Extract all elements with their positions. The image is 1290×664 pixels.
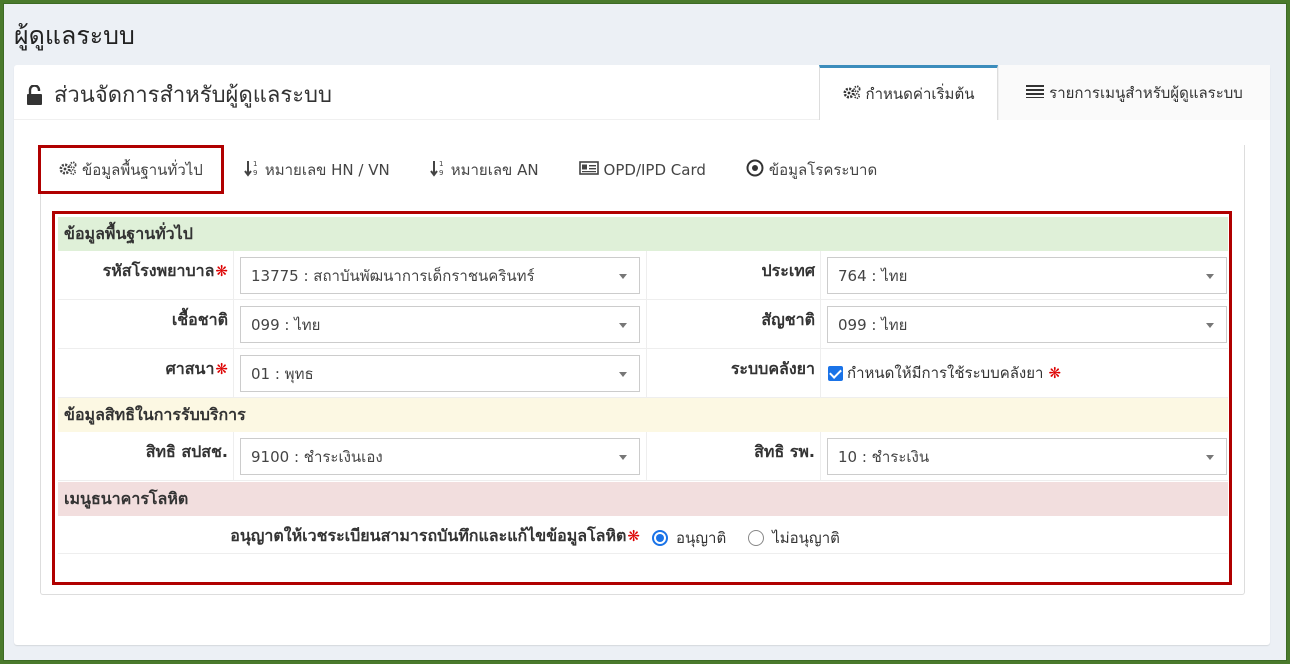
target-icon <box>746 159 764 181</box>
race-label: เชื้อชาติ <box>171 310 228 329</box>
caret-down-icon <box>619 274 627 279</box>
nhso-right-select[interactable]: 9100 : ชำระเงินเอง <box>240 438 640 475</box>
cell-divider <box>820 349 821 398</box>
svg-text:1: 1 <box>253 160 257 168</box>
box-title: ส่วนจัดการสำหรับผู้ดูแลระบบ <box>26 77 332 112</box>
cell-divider <box>233 432 234 481</box>
gears-icon <box>843 85 861 103</box>
allow-radio-label: อนุญาติ <box>676 529 727 547</box>
caret-down-icon <box>619 323 627 328</box>
cell-divider <box>233 300 234 349</box>
card-icon <box>578 160 599 179</box>
select-value: 10 : ชำระเงิน <box>838 447 930 466</box>
blood-permit-label: อนุญาตให้เวชระเบียนสามารถบันทึกและแก้ไขข… <box>230 526 640 545</box>
nhso-right-label: สิทธิ สปสช. <box>145 442 228 461</box>
country-select[interactable]: 764 : ไทย <box>827 257 1227 294</box>
gears-icon <box>59 161 77 179</box>
caret-down-icon <box>619 455 627 460</box>
tab-default-settings[interactable]: กำหนดค่าเริ่มต้น <box>819 65 998 120</box>
header-tabs: กำหนดค่าเริ่มต้น รายการเมนูสำหรับผู้ดูแล… <box>819 65 1270 120</box>
tab-label: กำหนดค่าเริ่มต้น <box>865 85 975 103</box>
cell-divider <box>646 251 647 300</box>
form-row: อนุญาตให้เวชระเบียนสามารถบันทึกและแก้ไขข… <box>58 516 1228 554</box>
cell-divider <box>820 432 821 481</box>
nationality-label: สัญชาติ <box>761 310 815 329</box>
cell-divider <box>646 432 647 481</box>
deny-radio[interactable] <box>748 530 765 546</box>
caret-down-icon <box>619 372 627 377</box>
pharmacy-checkbox[interactable] <box>828 365 843 381</box>
race-select[interactable]: 099 : ไทย <box>240 306 640 343</box>
religion-label: ศาสนา❋ <box>165 359 228 378</box>
required-icon: ❋ <box>215 360 228 378</box>
cell-divider <box>820 300 821 349</box>
allow-radio[interactable] <box>652 530 668 546</box>
svg-text:9: 9 <box>253 169 257 177</box>
cell-divider <box>233 349 234 398</box>
select-value: 099 : ไทย <box>251 315 321 334</box>
section-rights-header: ข้อมูลสิทธิในการรับบริการ <box>58 398 1228 432</box>
deny-radio-label: ไม่อนุญาติ <box>772 529 840 547</box>
hospital-right-select[interactable]: 10 : ชำระเงิน <box>827 438 1227 475</box>
app-frame: ผู้ดูแลระบบ ส่วนจัดการสำหรับผู้ดูแลระบบ <box>3 3 1287 661</box>
box-header: ส่วนจัดการสำหรับผู้ดูแลระบบ กำหนดค่าเริ่… <box>14 65 1270 120</box>
hospital-code-select[interactable]: 13775 : สถาบันพัฒนาการเด็กราชนครินทร์ <box>240 257 640 294</box>
cell-divider <box>646 349 647 398</box>
religion-select[interactable]: 01 : พุทธ <box>240 355 640 392</box>
nationality-select[interactable]: 099 : ไทย <box>827 306 1227 343</box>
blood-permit-radio-group: อนุญาติ ไม่อนุญาติ <box>652 526 840 550</box>
select-value: 13775 : สถาบันพัฒนาการเด็กราชนครินทร์ <box>251 266 535 285</box>
select-value: 099 : ไทย <box>838 315 908 334</box>
general-info-form: ข้อมูลพื้นฐานทั่วไป รหัสโรงพยาบาล❋ 13775… <box>52 211 1232 585</box>
required-icon: ❋ <box>627 527 640 545</box>
select-value: 01 : พุทธ <box>251 364 314 383</box>
subtab-label: หมายเลข AN <box>450 160 539 179</box>
page-title: ผู้ดูแลระบบ <box>14 21 135 50</box>
sort-numeric-icon: 1 9 <box>429 159 446 181</box>
caret-down-icon <box>1206 323 1214 328</box>
section-general-header: ข้อมูลพื้นฐานทั่วไป <box>58 217 1228 251</box>
tab-admin-menu-list[interactable]: รายการเมนูสำหรับผู้ดูแลระบบ <box>998 65 1270 120</box>
cell-divider <box>820 251 821 300</box>
section-blood-header: เมนูธนาคารโลหิต <box>58 482 1228 516</box>
list-icon <box>1026 84 1045 102</box>
cell-divider <box>233 251 234 300</box>
form-row: รหัสโรงพยาบาล❋ 13775 : สถาบันพัฒนาการเด็… <box>58 251 1228 300</box>
subtab-opd-ipd-card[interactable]: OPD/IPD Card <box>559 147 726 192</box>
tab-label: รายการเมนูสำหรับผู้ดูแลระบบ <box>1049 83 1243 102</box>
select-value: 764 : ไทย <box>838 266 908 285</box>
hospital-code-label: รหัสโรงพยาบาล❋ <box>102 261 228 280</box>
sort-numeric-icon: 1 9 <box>244 159 260 181</box>
required-icon: ❋ <box>1048 364 1062 382</box>
cell-divider <box>646 300 647 349</box>
subtab-epidemic[interactable]: ข้อมูลโรคระบาด <box>726 147 897 192</box>
admin-box: ส่วนจัดการสำหรับผู้ดูแลระบบ กำหนดค่าเริ่… <box>14 65 1270 645</box>
subtab-label: หมายเลข HN / VN <box>264 160 390 179</box>
form-row: เชื้อชาติ 099 : ไทย สัญชาติ 099 : ไทย <box>58 300 1228 349</box>
pharmacy-checkbox-label: กำหนดให้มีการใช้ระบบคลังยา <box>847 364 1044 382</box>
select-value: 9100 : ชำระเงินเอง <box>251 447 383 466</box>
unlock-icon <box>26 83 44 105</box>
subtab-label: OPD/IPD Card <box>603 160 706 179</box>
subtab-an[interactable]: 1 9 หมายเลข AN <box>410 147 559 192</box>
subtab-general-info[interactable]: ข้อมูลพื้นฐานทั่วไป <box>38 145 224 194</box>
country-label: ประเทศ <box>761 261 815 280</box>
form-row: สิทธิ สปสช. 9100 : ชำระเงินเอง สิทธิ รพ.… <box>58 432 1228 481</box>
caret-down-icon <box>1206 274 1214 279</box>
required-icon: ❋ <box>215 262 228 280</box>
subtab-hn-vn[interactable]: 1 9 หมายเลข HN / VN <box>224 147 410 192</box>
caret-down-icon <box>1206 455 1214 460</box>
form-row: ศาสนา❋ 01 : พุทธ ระบบคลังยา กำหนดให้มีกา… <box>58 349 1228 398</box>
svg-text:1: 1 <box>439 160 443 168</box>
pharmacy-label: ระบบคลังยา <box>730 359 815 378</box>
sub-tabs: ข้อมูลพื้นฐานทั่วไป 1 9 หมายเลข HN / VN … <box>38 145 897 194</box>
subtab-label: ข้อมูลโรคระบาด <box>768 160 878 179</box>
subtab-label: ข้อมูลพื้นฐานทั่วไป <box>82 160 203 179</box>
hospital-right-label: สิทธิ รพ. <box>754 442 815 461</box>
box-title-text: ส่วนจัดการสำหรับผู้ดูแลระบบ <box>54 83 332 108</box>
svg-text:9: 9 <box>439 169 443 177</box>
pharmacy-checkbox-group: กำหนดให้มีการใช้ระบบคลังยา ❋ <box>828 361 1061 385</box>
